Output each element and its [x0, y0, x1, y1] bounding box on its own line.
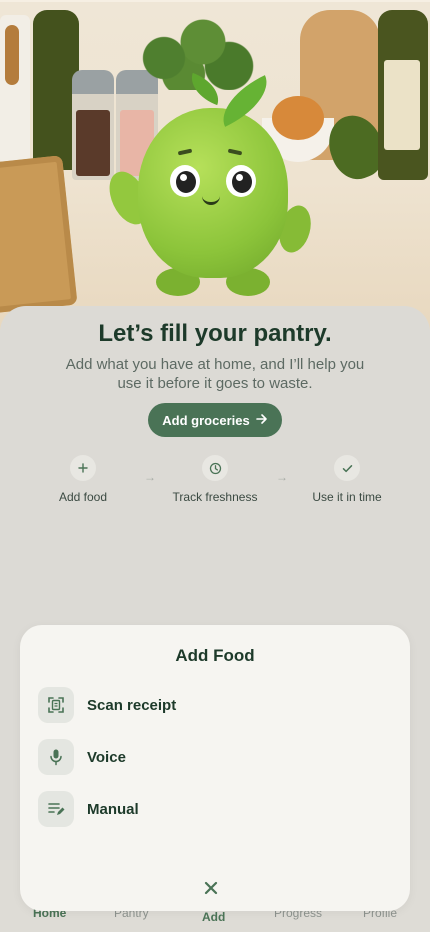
step-arrow-icon: → — [144, 470, 156, 484]
option-label: Voice — [87, 748, 126, 766]
olive-oil-label — [384, 60, 420, 150]
add-groceries-button[interactable]: Add groceries — [148, 403, 282, 437]
apple-mascot — [101, 72, 316, 300]
cutting-board — [0, 155, 78, 315]
step-add-food: Add food — [28, 455, 138, 504]
close-icon[interactable] — [204, 879, 218, 900]
edit-list-icon — [38, 791, 74, 827]
add-groceries-label: Add groceries — [162, 412, 250, 428]
scan-icon — [38, 687, 74, 723]
manual-option[interactable]: Manual — [38, 791, 139, 827]
page-subtitle: Add what you have at home, and I’ll help… — [65, 356, 365, 392]
step-label: Add food — [58, 490, 108, 504]
add-food-sheet: Add Food Scan receipt Voice Manual Add — [20, 625, 410, 924]
mic-icon — [38, 739, 74, 775]
page-title: Let’s fill your pantry. — [98, 320, 332, 347]
herb-plant — [125, 10, 255, 90]
step-use-in-time: Use it in time — [292, 455, 402, 504]
scan-receipt-option[interactable]: Scan receipt — [38, 687, 176, 723]
pepper-grinder — [72, 70, 114, 180]
step-arrow-icon: → — [276, 470, 288, 484]
option-label: Manual — [87, 800, 139, 818]
step-label: Track freshness — [172, 490, 258, 504]
step-track-freshness: Track freshness — [160, 455, 270, 504]
sheet-title: Add Food — [175, 646, 255, 665]
arrow-right-icon — [255, 413, 268, 428]
option-label: Scan receipt — [87, 696, 177, 714]
nav-add[interactable]: Add — [202, 910, 225, 924]
utensil-holder — [0, 15, 30, 165]
step-label: Use it in time — [312, 490, 382, 504]
hero-illustration — [0, 0, 430, 330]
clock-icon — [202, 455, 228, 481]
check-icon — [334, 455, 360, 481]
plus-icon — [70, 455, 96, 481]
voice-option[interactable]: Voice — [38, 739, 126, 775]
